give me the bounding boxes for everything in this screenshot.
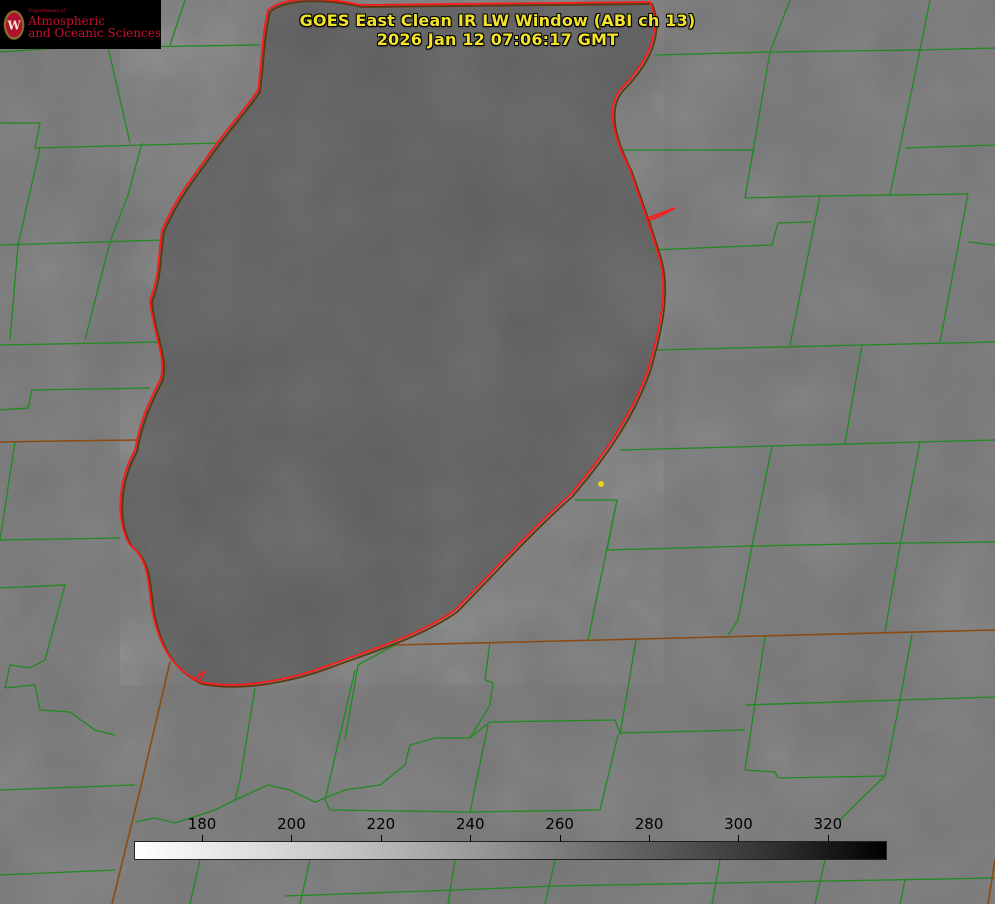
satellite-map-view: W Department of Atmospheric and Oceanic …	[0, 0, 995, 904]
colorbar-tick-mark	[649, 835, 650, 842]
colorbar-gradient	[134, 841, 887, 860]
colorbar-tick-mark	[291, 835, 292, 842]
colorbar-tick-label: 320	[813, 815, 843, 833]
colorbar-tick-mark	[738, 835, 739, 842]
colorbar	[134, 841, 887, 860]
colorbar-tick-label: 260	[545, 815, 574, 833]
image-title: GOES East Clean IR LW Window (ABI ch 13)	[299, 11, 696, 30]
city-dot-icon	[598, 481, 604, 487]
colorbar-tick-label: 200	[277, 815, 306, 833]
colorbar-tick-label: 300	[724, 815, 753, 833]
colorbar-tick-label: 180	[187, 815, 217, 833]
colorbar-tick-label: 220	[366, 815, 396, 833]
image-timestamp: 2026 Jan 12 07:06:17 GMT	[376, 30, 619, 49]
colorbar-tick-label: 280	[634, 815, 664, 833]
colorbar-tick-mark	[381, 835, 382, 842]
satellite-ir-map	[0, 0, 995, 904]
colorbar-tick-label: 240	[455, 815, 485, 833]
colorbar-tick-mark	[828, 835, 829, 842]
colorbar-tick-mark	[470, 835, 471, 842]
colorbar-tick-mark	[560, 835, 561, 842]
colorbar-tick-mark	[202, 835, 203, 842]
